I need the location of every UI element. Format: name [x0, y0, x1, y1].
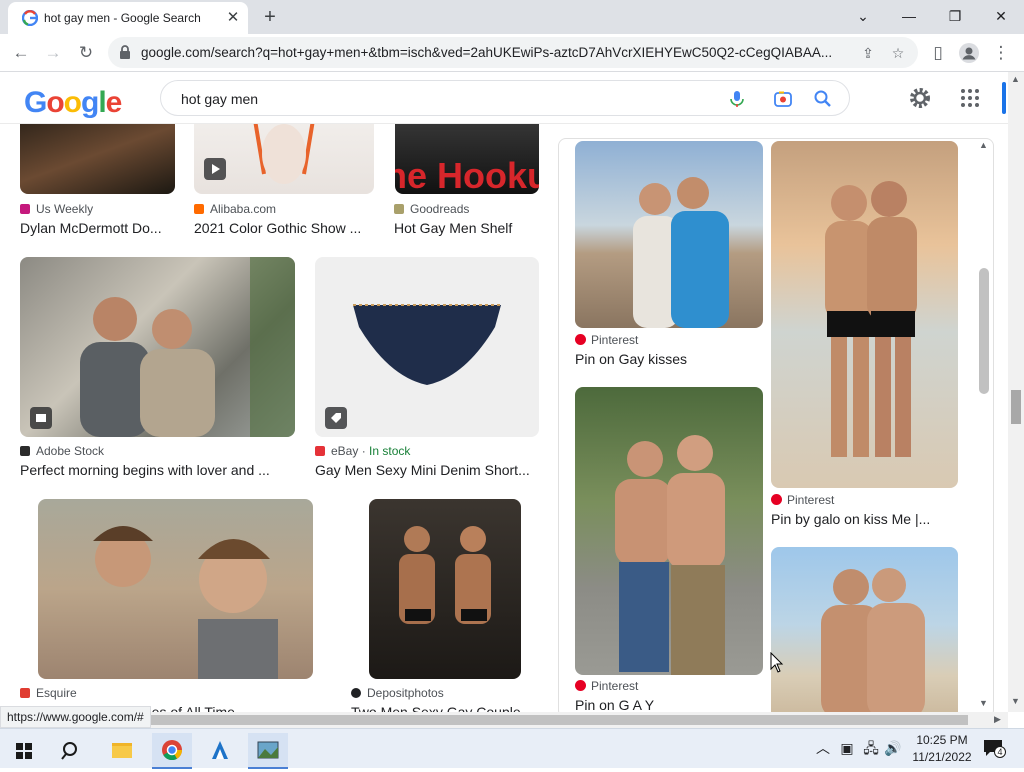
search-icon[interactable]	[52, 733, 92, 769]
tray-app-icon[interactable]: ▣	[838, 739, 856, 757]
notification-count: 4	[994, 746, 1006, 758]
app-taskbar-icon[interactable]	[200, 733, 240, 769]
close-window-button[interactable]: ✕	[978, 2, 1024, 30]
volume-icon[interactable]: 🔊	[884, 739, 902, 757]
back-button[interactable]: ←	[8, 40, 34, 66]
tab-search-chevron-icon[interactable]: ⌄	[840, 2, 886, 30]
search-box[interactable]: hot gay men	[160, 80, 850, 116]
related-caption[interactable]: Pin on Gay kisses	[575, 351, 687, 367]
notifications-icon[interactable]: 4	[982, 738, 1006, 758]
pinterest-icon	[575, 334, 586, 345]
lock-icon	[120, 45, 130, 59]
minimize-button[interactable]: —	[886, 2, 932, 30]
result-image[interactable]	[20, 257, 295, 437]
result-caption[interactable]: ...es of All Time	[140, 704, 300, 712]
settings-gear-icon[interactable]	[908, 86, 932, 110]
menu-kebab-icon[interactable]: ⋮	[988, 40, 1014, 66]
new-tab-button[interactable]: +	[258, 5, 282, 29]
product-tag-icon	[325, 407, 347, 429]
result-source[interactable]: Alibaba.com	[194, 202, 276, 216]
page-horizontal-scrollbar[interactable]: ▶	[0, 712, 1008, 728]
result-image[interactable]	[315, 257, 539, 437]
stock-status: In stock	[369, 444, 411, 458]
google-header: Google hot gay men	[0, 72, 1010, 124]
windows-start-icon[interactable]	[4, 733, 44, 769]
browser-tab[interactable]: hot gay men - Google Search ✕	[8, 2, 248, 34]
network-icon[interactable]: 🖧	[862, 739, 880, 757]
mouse-cursor-icon	[770, 652, 784, 673]
profile-avatar-icon[interactable]	[956, 40, 982, 66]
google-lens-icon[interactable]	[773, 89, 793, 109]
search-input[interactable]: hot gay men	[181, 91, 258, 107]
image-results: The Hookup Us Weekly Dylan McDermott Do.…	[0, 124, 1008, 712]
url-text: google.com/search?q=hot+gay+men+&tbm=isc…	[141, 45, 833, 60]
panel-scrollbar[interactable]: ▲ ▼	[978, 140, 990, 712]
result-source[interactable]: Adobe Stock	[20, 444, 104, 458]
photos-taskbar-icon[interactable]	[248, 733, 288, 769]
restore-button[interactable]: ❐	[932, 2, 978, 30]
share-icon[interactable]: ⇪	[858, 43, 878, 63]
video-play-icon	[204, 158, 226, 180]
related-image[interactable]	[771, 141, 958, 488]
file-explorer-icon[interactable]	[102, 733, 142, 769]
forward-button[interactable]: →	[40, 40, 66, 66]
account-edge-indicator	[1002, 82, 1006, 114]
result-caption[interactable]: 2021 Color Gothic Show ...	[194, 220, 374, 236]
google-logo[interactable]: Google	[24, 86, 122, 120]
result-caption[interactable]: Gay Men Sexy Mini Denim Short...	[315, 462, 539, 478]
related-image[interactable]	[575, 141, 763, 328]
address-bar[interactable]: google.com/search?q=hot+gay+men+&tbm=isc…	[108, 37, 918, 68]
tab-title: hot gay men - Google Search	[44, 11, 201, 25]
related-source[interactable]: Pinterest	[575, 333, 638, 347]
pinterest-icon	[575, 680, 586, 691]
result-caption[interactable]: Hot Gay Men Shelf	[394, 220, 544, 236]
result-source[interactable]: Us Weekly	[20, 202, 93, 216]
apps-grid-icon[interactable]	[958, 86, 982, 110]
result-source[interactable]: Goodreads	[394, 202, 469, 216]
result-caption[interactable]: Dylan McDermott Do...	[20, 220, 180, 236]
close-tab-icon[interactable]: ✕	[224, 9, 242, 27]
related-caption[interactable]: Pin by galo on kiss Me |...	[771, 511, 930, 527]
result-caption[interactable]: Perfect morning begins with lover and ..…	[20, 462, 295, 478]
preview-panel: Pinterest Pin on Gay kisses Pinterest Pi…	[558, 138, 994, 712]
image-badge-icon	[30, 407, 52, 429]
page-vertical-scrollbar[interactable]: ▲ ▼	[1008, 72, 1024, 712]
side-panel-icon[interactable]: ▯	[925, 40, 951, 66]
windows-taskbar: ︿ ▣ 🖧 🔊 10:25 PM 11/21/2022 4	[0, 728, 1024, 769]
microphone-icon[interactable]	[727, 89, 747, 109]
result-image[interactable]	[38, 499, 313, 679]
google-favicon-icon	[22, 10, 38, 26]
result-image[interactable]: The Hookup	[395, 124, 539, 194]
clock-time: 10:25 PM	[916, 733, 968, 747]
related-image[interactable]	[771, 547, 958, 712]
chevron-up-icon[interactable]: ︿	[814, 739, 832, 757]
system-clock[interactable]: 10:25 PM 11/21/2022	[910, 732, 974, 766]
link-status-bubble: https://www.google.com/#	[0, 706, 151, 728]
pinterest-icon	[771, 494, 782, 505]
result-source[interactable]: eBay · In stock	[315, 444, 410, 458]
related-source[interactable]: Pinterest	[771, 493, 834, 507]
bookmark-star-icon[interactable]: ☆	[888, 43, 908, 63]
result-image[interactable]	[194, 124, 374, 194]
result-caption[interactable]: Two Men Sexy Gay Couple	[351, 704, 531, 712]
search-icon[interactable]	[813, 89, 833, 109]
related-caption[interactable]: Pin on G A Y	[575, 697, 654, 712]
result-image[interactable]	[20, 124, 175, 194]
chrome-taskbar-icon[interactable]	[152, 733, 192, 769]
reload-button[interactable]: ↻	[73, 40, 99, 66]
result-source[interactable]: Esquire	[20, 686, 77, 700]
book-cover-title: The Hookup	[395, 155, 539, 194]
result-image[interactable]	[369, 499, 521, 679]
tab-strip: hot gay men - Google Search ✕ + ⌄ — ❐ ✕	[0, 0, 1024, 34]
related-image[interactable]	[575, 387, 763, 675]
clock-date: 11/21/2022	[912, 750, 972, 764]
browser-toolbar: ← → ↻ google.com/search?q=hot+gay+men+&t…	[0, 34, 1024, 72]
related-source[interactable]: Pinterest	[575, 679, 638, 693]
result-source[interactable]: Depositphotos	[351, 686, 444, 700]
